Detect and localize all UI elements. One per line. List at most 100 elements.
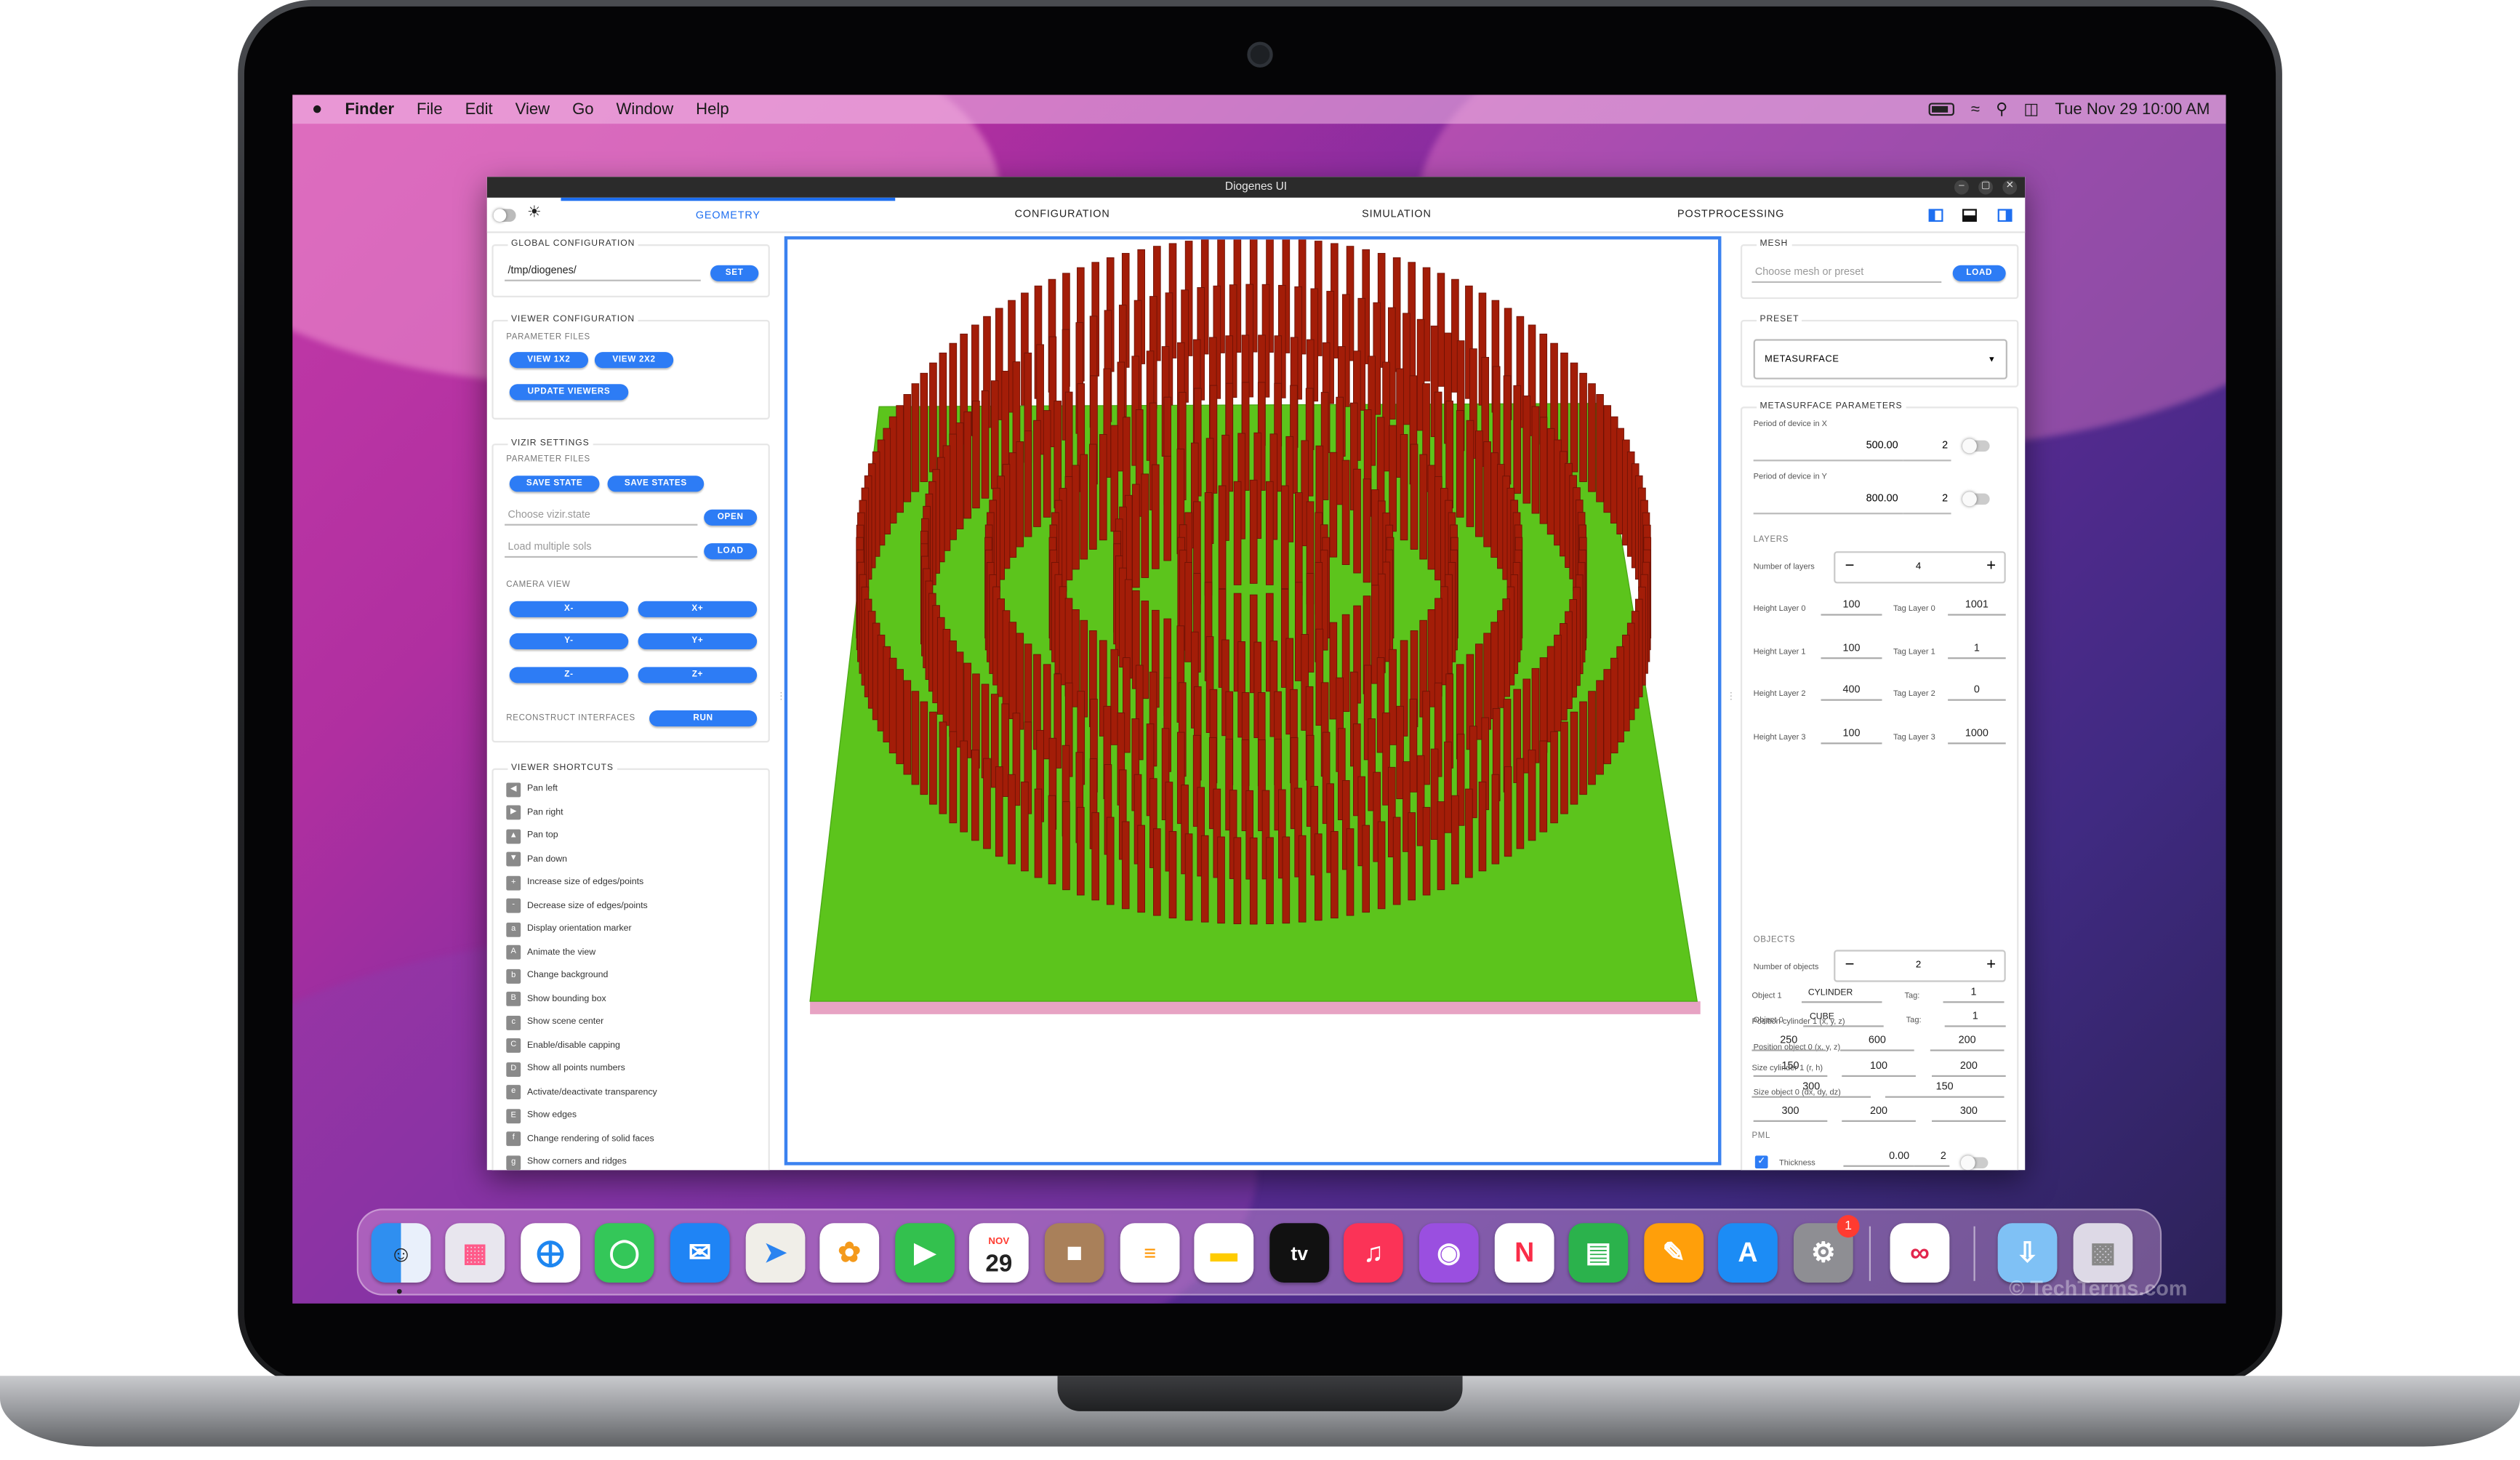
load-mesh-button[interactable]: LOAD xyxy=(1952,265,2006,281)
menu-window[interactable]: Window xyxy=(617,100,674,118)
object-0-pos-z[interactable]: 200 xyxy=(1932,1058,2006,1078)
menu-help[interactable]: Help xyxy=(696,100,729,118)
theme-toggle[interactable] xyxy=(493,209,516,222)
bottom-panel-icon[interactable] xyxy=(1962,209,1977,222)
right-panel-icon[interactable] xyxy=(1997,209,2013,222)
period-y-precision[interactable]: 2 xyxy=(1903,484,1951,515)
window-titlebar[interactable]: Diogenes UI – ▢ ✕ xyxy=(486,177,2026,198)
view-2x2-button[interactable]: VIEW 2X2 xyxy=(594,352,674,369)
object-0-size-dx[interactable]: 300 xyxy=(1753,1102,1828,1122)
restore-icon[interactable]: ▢ xyxy=(1978,180,1994,195)
tab-configuration[interactable]: CONFIGURATION xyxy=(895,198,1229,233)
open-button[interactable]: OPEN xyxy=(704,509,758,526)
camera-y-plus-button[interactable]: Y+ xyxy=(638,633,758,650)
layer-height-input[interactable]: 100 xyxy=(1821,724,1882,744)
layer-height-input[interactable]: 400 xyxy=(1821,681,1882,701)
3d-viewer[interactable] xyxy=(784,236,1722,1166)
search-icon[interactable]: ⚲ xyxy=(1996,100,2007,118)
object-0-size-dy[interactable]: 200 xyxy=(1842,1102,1916,1122)
facetime-icon[interactable]: ▶ xyxy=(895,1223,955,1283)
tab-postprocessing[interactable]: POSTPROCESSING xyxy=(1564,198,1898,233)
close-icon[interactable]: ✕ xyxy=(2002,180,2018,195)
notes-icon[interactable]: ▬ xyxy=(1194,1223,1254,1283)
object-1-pos-z[interactable]: 200 xyxy=(1930,1032,2005,1051)
object-0-tag[interactable]: 1 xyxy=(1944,1008,2006,1027)
menu-file[interactable]: File xyxy=(417,100,443,118)
object-1-tag[interactable]: 1 xyxy=(1943,984,2005,1003)
period-x-input[interactable]: 500.00 xyxy=(1753,430,1903,462)
plus-icon[interactable]: + xyxy=(1986,553,1996,582)
object-0-size-dz[interactable]: 300 xyxy=(1932,1102,2006,1122)
layer-height-input[interactable]: 100 xyxy=(1821,596,1882,616)
load-sols-button[interactable]: LOAD xyxy=(704,543,758,560)
save-states-button[interactable]: SAVE STATES xyxy=(607,476,705,492)
preset-select[interactable]: METASURFACE ▼ xyxy=(1753,339,2007,380)
object-1-size-r[interactable]: 300 xyxy=(1751,1078,1871,1098)
plus-icon[interactable]: + xyxy=(1986,952,1996,981)
safari-icon[interactable]: ⨁ xyxy=(521,1223,580,1283)
minus-icon[interactable]: − xyxy=(1845,952,1855,981)
news-icon[interactable]: N xyxy=(1494,1223,1554,1283)
layer-tag-input[interactable]: 1 xyxy=(1948,639,2006,659)
mail-icon[interactable]: ✉ xyxy=(670,1223,730,1283)
tab-geometry[interactable]: GEOMETRY xyxy=(561,197,896,233)
set-button[interactable]: SET xyxy=(710,265,759,281)
messages-icon[interactable]: ◯ xyxy=(594,1223,654,1283)
save-state-button[interactable]: SAVE STATE xyxy=(509,476,600,492)
podcasts-icon[interactable]: ◉ xyxy=(1418,1223,1479,1283)
camera-x-plus-button[interactable]: X+ xyxy=(638,601,758,617)
menu-edit[interactable]: Edit xyxy=(465,100,493,118)
menu-view[interactable]: View xyxy=(515,100,550,118)
multiple-sols-input[interactable]: Load multiple sols xyxy=(505,539,698,558)
layer-tag-input[interactable]: 0 xyxy=(1948,681,2006,701)
creative-cloud-icon[interactable]: ∞ xyxy=(1890,1223,1950,1283)
path-input[interactable]: /tmp/diogenes/ xyxy=(505,262,701,281)
left-panel-icon[interactable] xyxy=(1928,209,1943,222)
minus-icon[interactable]: − xyxy=(1845,553,1855,582)
apple-icon[interactable]: ● xyxy=(312,100,323,119)
view-1x2-button[interactable]: VIEW 1X2 xyxy=(509,352,589,369)
object-1-size-h[interactable]: 150 xyxy=(1885,1078,2005,1098)
period-x-toggle[interactable] xyxy=(1962,438,1990,454)
layer-tag-input[interactable]: 1000 xyxy=(1948,724,2006,744)
photos-icon[interactable]: ✿ xyxy=(819,1223,880,1283)
pml-checkbox[interactable]: ✓ xyxy=(1754,1155,1768,1169)
period-y-toggle[interactable] xyxy=(1962,492,1990,507)
launchpad-icon[interactable]: ▦ xyxy=(445,1223,505,1283)
camera-x-minus-button[interactable]: X- xyxy=(509,601,629,617)
app-store-icon[interactable]: A xyxy=(1718,1223,1778,1283)
layer-tag-input[interactable]: 1001 xyxy=(1948,596,2006,616)
pml-thickness-precision[interactable]: 2 xyxy=(1914,1147,1950,1167)
object-0-pos-y[interactable]: 100 xyxy=(1842,1058,1916,1078)
pages-icon[interactable]: ✎ xyxy=(1644,1223,1704,1283)
control-center-icon[interactable]: ◫ xyxy=(2023,100,2039,118)
object-1-pos-x[interactable]: 250 xyxy=(1751,1032,1826,1051)
reminders-icon[interactable]: ≡ xyxy=(1120,1223,1180,1283)
trash-icon[interactable]: ▩ xyxy=(2073,1223,2133,1283)
maps-icon[interactable]: ➤ xyxy=(745,1223,806,1283)
object-1-pos-y[interactable]: 600 xyxy=(1840,1032,1914,1051)
camera-y-minus-button[interactable]: Y- xyxy=(509,633,629,650)
period-y-input[interactable]: 800.00 xyxy=(1753,484,1903,515)
calendar-icon[interactable]: NOV 29 xyxy=(968,1223,1029,1283)
menu-app-name[interactable]: Finder xyxy=(345,100,394,118)
finder-icon[interactable]: ☺ xyxy=(371,1223,431,1283)
apple-tv-icon[interactable]: tv xyxy=(1269,1223,1330,1283)
layers-stepper[interactable]: − 4 + xyxy=(1834,551,2006,584)
run-button[interactable]: RUN xyxy=(649,710,758,727)
tab-simulation[interactable]: SIMULATION xyxy=(1229,198,1564,233)
left-resize-handle[interactable]: ⋮ xyxy=(777,691,786,702)
vizir-state-input[interactable]: Choose vizir.state xyxy=(505,506,698,526)
menu-datetime[interactable]: Tue Nov 29 10:00 AM xyxy=(2055,100,2210,118)
mesh-input[interactable]: Choose mesh or preset xyxy=(1751,264,1942,284)
wifi-icon[interactable]: ≈ xyxy=(1971,100,1980,118)
music-icon[interactable]: ♫ xyxy=(1343,1223,1403,1283)
camera-z-plus-button[interactable]: Z+ xyxy=(638,667,758,683)
layer-height-input[interactable]: 100 xyxy=(1821,639,1882,659)
update-viewers-button[interactable]: UPDATE VIEWERS xyxy=(509,384,629,401)
pml-thickness-input[interactable]: 0.00 xyxy=(1843,1147,1914,1167)
right-resize-handle[interactable]: ⋮ xyxy=(1726,691,1735,702)
period-x-precision[interactable]: 2 xyxy=(1903,430,1951,462)
object-1-type[interactable]: CYLINDER xyxy=(1801,984,1882,1003)
downloads-folder-icon[interactable]: ⇩ xyxy=(1997,1223,2058,1283)
